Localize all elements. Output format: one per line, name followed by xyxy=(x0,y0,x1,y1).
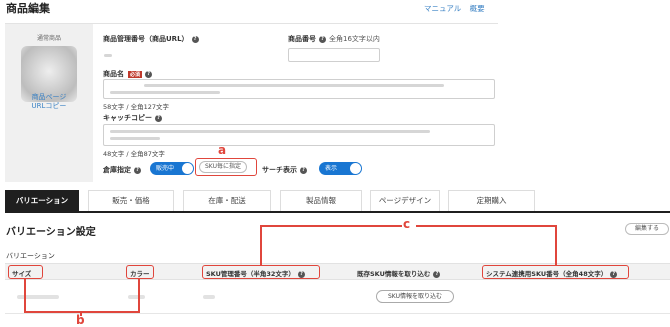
callout-c-line-left xyxy=(260,225,262,265)
url-copy-link[interactable]: URLコピー xyxy=(5,101,93,111)
tab-underline xyxy=(5,211,670,213)
table-row xyxy=(5,280,670,314)
help-icon[interactable]: ? xyxy=(145,70,153,78)
import-sku-button[interactable]: SKU情報を取り込む xyxy=(376,290,454,303)
product-name-count: 58文字 / 全角127文字 xyxy=(103,103,169,111)
callout-c-line-right xyxy=(555,225,557,265)
catch-copy-input[interactable] xyxy=(103,124,495,146)
product-number-input[interactable] xyxy=(288,48,380,62)
highlight-size xyxy=(8,265,43,279)
tab-stock-shipping[interactable]: 在庫・配送 xyxy=(183,190,271,211)
help-icon[interactable]: ? xyxy=(319,35,326,43)
product-name-input[interactable] xyxy=(103,79,495,99)
col-import-sku: 既存SKU情報を取り込む? xyxy=(357,268,441,278)
highlight-system-sku xyxy=(482,265,629,279)
product-number-label: 商品番号? 全角16文字以内 xyxy=(288,35,380,43)
mgmt-number-label: 商品管理番号（商品URL）? xyxy=(103,34,199,44)
overview-link[interactable]: 概要 xyxy=(470,4,485,13)
stock-label: 倉庫指定? xyxy=(103,165,141,175)
manual-link[interactable]: マニュアル xyxy=(424,4,461,13)
stock-toggle[interactable]: 販売中 xyxy=(150,162,194,175)
highlight-sku-mgmt xyxy=(202,265,320,279)
header-links: マニュアル 概要 xyxy=(424,3,491,14)
thumbnail-area: 通常商品 商品ページ URLコピー xyxy=(5,24,93,182)
highlight-color xyxy=(126,265,154,279)
callout-c-line-top-right xyxy=(416,225,557,227)
callout-a: a xyxy=(218,143,227,157)
section-subtitle: バリエーション xyxy=(6,252,55,260)
edit-button[interactable]: 編集する xyxy=(625,223,669,235)
page-title: 商品編集 xyxy=(6,2,50,15)
tab-product-info[interactable]: 製品情報 xyxy=(280,190,362,211)
callout-c-line-top-left xyxy=(260,225,402,227)
product-type-label: 通常商品 xyxy=(36,35,61,42)
help-icon[interactable]: ? xyxy=(134,166,141,174)
tab-page-design[interactable]: ページデザイン xyxy=(370,190,440,211)
highlight-box-a xyxy=(195,158,257,176)
catch-copy-count: 48文字 / 全角87文字 xyxy=(103,150,165,158)
callout-b: b xyxy=(76,313,85,327)
product-form: 商品管理番号（商品URL）? 商品番号? 全角16文字以内 商品名 必須? 58文字… xyxy=(93,24,498,182)
catch-copy-label: キャッチコピー? xyxy=(103,113,162,123)
help-icon[interactable]: ? xyxy=(191,35,199,43)
search-display-label: サーチ表示? xyxy=(262,165,307,175)
required-badge: 必須 xyxy=(128,70,143,78)
tab-variation[interactable]: バリエーション xyxy=(5,190,79,211)
tab-sales-price[interactable]: 販売・価格 xyxy=(88,190,174,211)
mgmt-number-value xyxy=(104,54,112,57)
search-display-toggle[interactable]: 表示 xyxy=(319,162,362,175)
help-icon[interactable]: ? xyxy=(155,114,162,122)
product-name-label: 商品名 必須? xyxy=(103,69,153,79)
tab-subscription[interactable]: 定期購入 xyxy=(448,190,535,211)
callout-b-line-left xyxy=(24,279,26,312)
callout-b-line-right xyxy=(138,279,140,312)
help-icon[interactable]: ? xyxy=(433,270,441,278)
callout-c: c xyxy=(403,217,411,231)
section-title: バリエーション設定 xyxy=(6,227,96,238)
help-icon[interactable]: ? xyxy=(300,166,307,174)
